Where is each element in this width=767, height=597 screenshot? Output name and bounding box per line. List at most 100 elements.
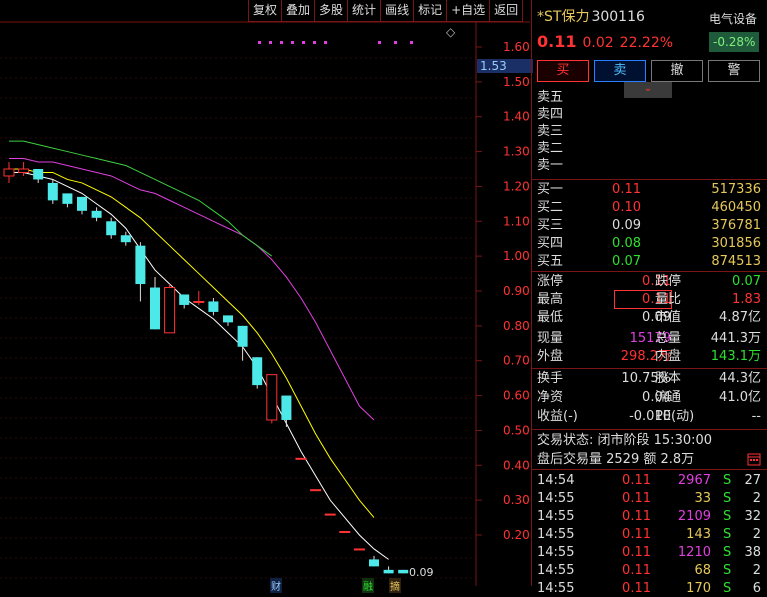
ask-row[interactable]: 卖一 bbox=[537, 157, 763, 174]
tick-row: 14:55 0.11 33 S 2 bbox=[537, 490, 763, 507]
y-tick-label: 0.90 bbox=[503, 284, 530, 298]
quote-panel: *ST保力 300116 电气设备 -0.28% 0.11 0.02 22.22% 买… bbox=[531, 0, 767, 596]
cancel-order-button[interactable]: 撤 bbox=[651, 60, 703, 82]
candle-body[interactable] bbox=[398, 569, 409, 574]
candle-body[interactable] bbox=[150, 287, 160, 330]
tick-count: 38 bbox=[744, 545, 761, 560]
tick-row: 14:55 0.11 1210 S 38 bbox=[537, 544, 763, 561]
sector-change: -0.28% bbox=[709, 32, 760, 52]
calendar-icon[interactable] bbox=[747, 452, 761, 466]
tick-time: 14:54 bbox=[537, 473, 575, 488]
candle-body[interactable] bbox=[18, 168, 30, 173]
price-change: 0.02 bbox=[582, 35, 614, 51]
price-change-pct: 22.22% bbox=[619, 35, 674, 51]
marker-dots bbox=[258, 41, 413, 44]
candle-body[interactable] bbox=[324, 513, 336, 516]
bid-row[interactable]: 买三 0.09 376781 bbox=[537, 217, 763, 234]
candle-body[interactable] bbox=[33, 169, 44, 180]
toolbar-button[interactable]: 画线 bbox=[380, 0, 415, 22]
toolbar-button[interactable]: 返回 bbox=[489, 0, 524, 22]
divider bbox=[531, 368, 767, 369]
bid-row[interactable]: 买五 0.07 874513 bbox=[537, 253, 763, 270]
candle-body[interactable] bbox=[3, 168, 15, 177]
tick-price: 0.11 bbox=[622, 527, 651, 542]
level-label: 卖三 bbox=[537, 124, 564, 139]
candle-body[interactable] bbox=[223, 315, 233, 323]
tick-volume: 33 bbox=[694, 491, 711, 506]
candle-body[interactable] bbox=[383, 569, 394, 574]
level-volume: 376781 bbox=[711, 218, 761, 233]
level-price: 0.09 bbox=[612, 218, 641, 233]
toolbar-button[interactable]: +自选 bbox=[446, 0, 491, 22]
candle-body[interactable] bbox=[281, 395, 292, 420]
tick-time: 14:55 bbox=[537, 545, 575, 560]
tick-volume: 170 bbox=[686, 581, 711, 596]
level-volume: 301856 bbox=[711, 236, 761, 251]
candle-body[interactable] bbox=[237, 325, 248, 347]
candle-body[interactable] bbox=[135, 245, 146, 285]
candle-body[interactable] bbox=[252, 357, 263, 386]
tick-direction: S bbox=[723, 563, 732, 578]
sell-button[interactable]: 卖 bbox=[594, 60, 646, 82]
candle-body[interactable] bbox=[77, 196, 87, 211]
sector-name[interactable]: 电气设备 bbox=[709, 10, 757, 27]
level-volume: 460450 bbox=[711, 200, 761, 215]
level-volume: 517336 bbox=[711, 182, 761, 197]
candle-body[interactable] bbox=[369, 559, 379, 567]
candle-body[interactable] bbox=[310, 489, 322, 492]
candle-body[interactable] bbox=[193, 300, 205, 303]
candle-body[interactable] bbox=[164, 287, 176, 334]
candle-body[interactable] bbox=[295, 457, 307, 460]
candle-body[interactable] bbox=[353, 548, 365, 551]
candlestick-chart[interactable]: 1.60 1.50 1.40 1.30 1.20 1.10 1.00 0.90 0.80 0.70… bbox=[0, 0, 530, 586]
bid-row[interactable]: 买一 0.11 517336 bbox=[537, 181, 763, 198]
toolbar-button[interactable]: 多股 bbox=[314, 0, 349, 22]
candle-body[interactable] bbox=[266, 374, 278, 421]
bid-row[interactable]: 买二 0.10 460450 bbox=[537, 199, 763, 216]
alert-button[interactable]: 警 bbox=[708, 60, 760, 82]
candle-body[interactable] bbox=[106, 221, 117, 236]
bid-row[interactable]: 买四 0.08 301856 bbox=[537, 235, 763, 252]
current-price-tag: 1.53 bbox=[477, 59, 533, 73]
level-label: 卖五 bbox=[537, 90, 564, 105]
y-tick-label: 1.10 bbox=[503, 214, 530, 228]
tick-row: 14:55 0.11 2109 S 32 bbox=[537, 508, 763, 525]
tick-count: 27 bbox=[744, 473, 761, 488]
tick-direction: S bbox=[723, 527, 732, 542]
tick-price: 0.11 bbox=[622, 491, 651, 506]
ma-line bbox=[9, 168, 375, 518]
y-tick-label: 1.60 bbox=[503, 40, 530, 54]
tick-direction: S bbox=[723, 491, 732, 506]
toolbar-button[interactable]: 标记 bbox=[413, 0, 448, 22]
candle-body[interactable] bbox=[91, 210, 102, 218]
ask-row[interactable]: 卖五 bbox=[537, 89, 763, 106]
diamond-icon[interactable]: ◇ bbox=[446, 25, 455, 39]
last-price-label: 0.09 bbox=[409, 566, 434, 579]
stock-code: 300116 bbox=[591, 9, 645, 25]
tick-count: 2 bbox=[752, 527, 761, 542]
candle-body[interactable] bbox=[47, 182, 58, 201]
ask-row[interactable]: 卖四 bbox=[537, 106, 763, 123]
candle-body[interactable] bbox=[339, 531, 351, 534]
tick-row: 14:55 0.11 170 S 6 bbox=[537, 580, 763, 597]
y-tick-label: 0.80 bbox=[503, 319, 530, 333]
level-label: 买二 bbox=[537, 200, 564, 215]
candle-body[interactable] bbox=[179, 294, 190, 305]
toolbar-button[interactable]: 统计 bbox=[347, 0, 382, 22]
tick-time: 14:55 bbox=[537, 581, 575, 596]
last-price: 0.11 bbox=[537, 32, 577, 51]
tick-count: 32 bbox=[744, 509, 761, 524]
ask-row[interactable]: 卖二 bbox=[537, 140, 763, 157]
buy-button[interactable]: 买 bbox=[537, 60, 589, 82]
y-tick-label: 1.50 bbox=[503, 75, 530, 89]
level-label: 买五 bbox=[537, 254, 564, 269]
tick-time: 14:55 bbox=[537, 491, 575, 506]
tick-price: 0.11 bbox=[622, 509, 651, 524]
candle-body[interactable] bbox=[120, 235, 131, 243]
candle-body[interactable] bbox=[62, 193, 73, 204]
candle-body[interactable] bbox=[208, 301, 219, 312]
toolbar-button[interactable]: 复权 bbox=[248, 0, 283, 22]
tick-row: 14:55 0.11 143 S 2 bbox=[537, 526, 763, 543]
toolbar-button[interactable]: 叠加 bbox=[281, 0, 316, 22]
ask-row[interactable]: 卖三 bbox=[537, 123, 763, 140]
